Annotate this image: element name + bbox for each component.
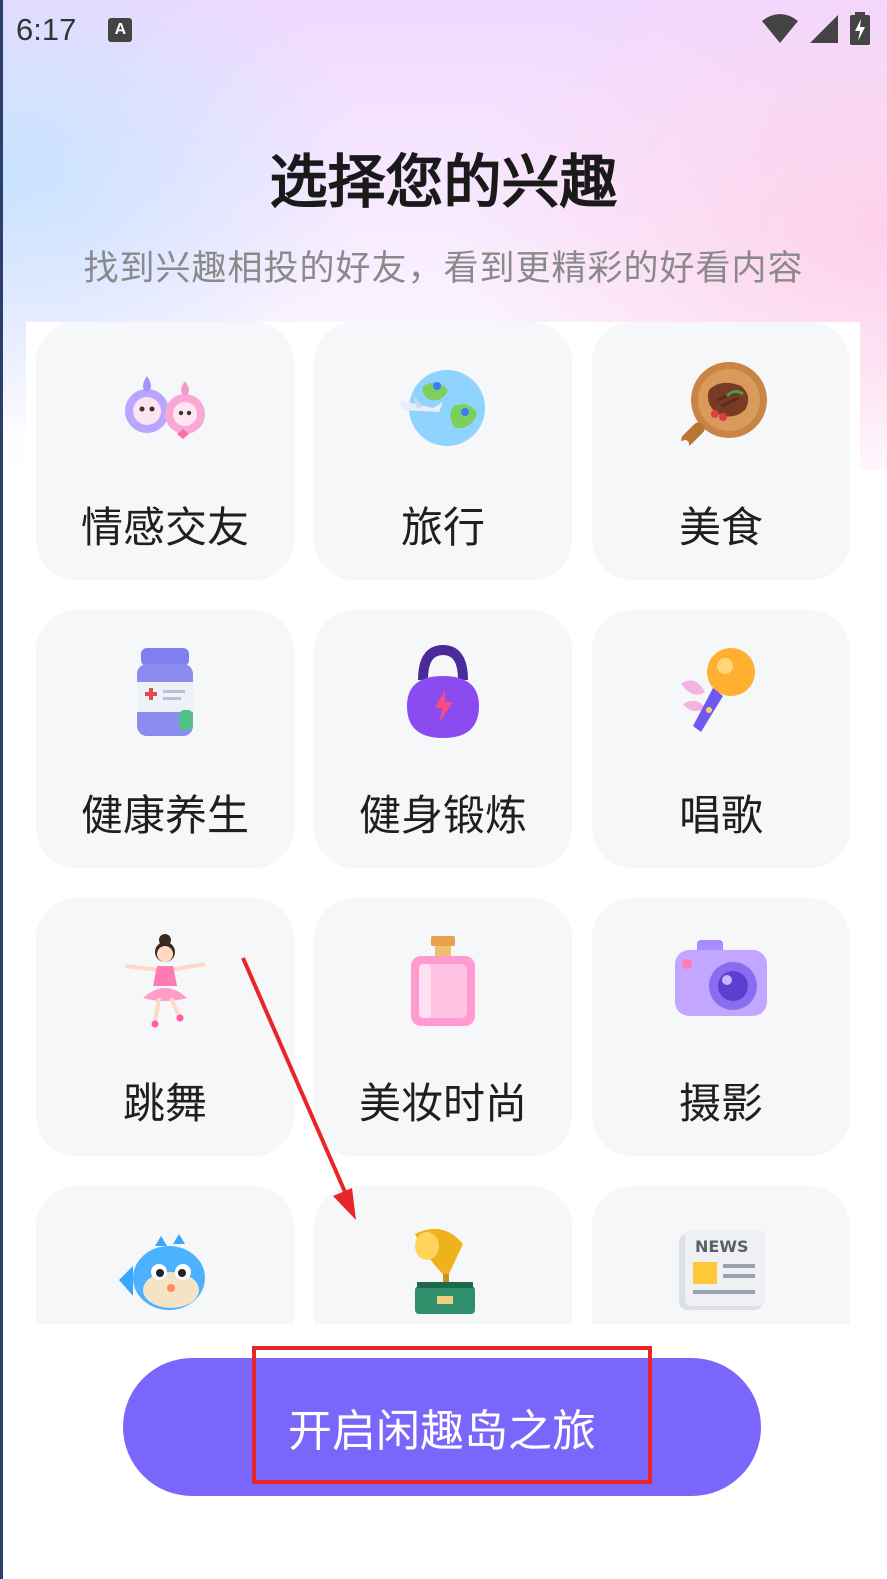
interest-label: 唱歌 — [678, 791, 763, 840]
interest-card-fitness[interactable]: 健身锻炼 — [314, 610, 572, 868]
interest-label: 情感交友 — [80, 503, 249, 552]
interest-card-gramophone[interactable] — [314, 1186, 572, 1324]
wifi-icon — [762, 14, 798, 43]
interest-card-travel[interactable]: 旅行 — [314, 322, 572, 580]
camera-icon — [675, 940, 767, 1016]
interest-label: 美妆时尚 — [358, 1079, 527, 1128]
steak-board-icon — [681, 362, 767, 448]
pufferfish-icon — [119, 1234, 205, 1310]
interest-card-dance[interactable]: 跳舞 — [36, 898, 294, 1156]
interest-label: 旅行 — [400, 503, 485, 552]
interest-card-health[interactable]: 健康养生 — [36, 610, 294, 868]
interest-card-news[interactable]: NEWS — [592, 1186, 850, 1324]
couple-mascot-icon — [125, 376, 205, 439]
kettlebell-icon — [407, 644, 479, 738]
window-edge — [0, 0, 3, 1579]
interest-card-beauty[interactable]: 美妆时尚 — [314, 898, 572, 1156]
medicine-bottle-icon — [137, 648, 193, 736]
perfume-bottle-icon — [411, 936, 475, 1026]
battery-charging-icon — [850, 12, 870, 45]
interest-card-photography[interactable]: 摄影 — [592, 898, 850, 1156]
interest-card-pufferfish[interactable] — [36, 1186, 294, 1324]
status-bar: 6:17 A — [0, 0, 887, 60]
status-icons — [761, 12, 871, 46]
ballerina-icon — [124, 934, 206, 1028]
notification-a-icon: A — [108, 18, 133, 42]
page-subtitle: 找到兴趣相投的好友，看到更精彩的好看内容 — [83, 249, 804, 289]
newspaper-icon-text: NEWS — [695, 1237, 749, 1256]
status-time: 6:17 — [16, 12, 77, 47]
interest-label: 跳舞 — [122, 1079, 207, 1128]
page-title: 选择您的兴趣 — [269, 148, 618, 216]
interest-label: 健康养生 — [80, 791, 249, 840]
interest-label: 美食 — [678, 503, 763, 552]
interest-label: 健身锻炼 — [358, 791, 527, 840]
interest-card-singing[interactable]: 唱歌 — [592, 610, 850, 868]
microphone-icon — [681, 648, 755, 732]
gramophone-icon — [415, 1228, 475, 1314]
start-journey-button[interactable]: 开启闲趣岛之旅 — [123, 1358, 761, 1496]
globe-plane-icon — [399, 370, 485, 446]
interest-label: 摄影 — [678, 1079, 763, 1128]
interest-card-food[interactable]: 美食 — [592, 322, 850, 580]
newspaper-icon: NEWS — [679, 1230, 765, 1310]
interest-card-dating[interactable]: 情感交友 — [36, 322, 294, 580]
signal-icon — [810, 15, 838, 43]
interest-grid: 情感交友 旅行 美食 健康养生 健身锻炼 唱歌 跳舞 美妆时尚 摄影 NEWS — [26, 322, 860, 1324]
